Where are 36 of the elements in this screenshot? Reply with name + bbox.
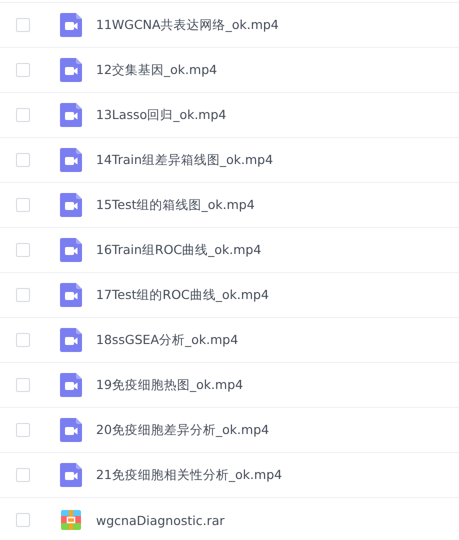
checkbox[interactable] bbox=[16, 63, 30, 77]
video-file-icon bbox=[60, 193, 82, 217]
checkbox[interactable] bbox=[16, 153, 30, 167]
video-file-icon bbox=[60, 418, 82, 442]
file-name[interactable]: 19免疫细胞热图_ok.mp4 bbox=[96, 376, 244, 394]
checkbox[interactable] bbox=[16, 243, 30, 257]
file-name[interactable]: 13Lasso回归_ok.mp4 bbox=[96, 106, 226, 124]
checkbox[interactable] bbox=[16, 108, 30, 122]
video-file-icon bbox=[60, 463, 82, 487]
checkbox[interactable] bbox=[16, 333, 30, 347]
file-name[interactable]: wgcnaDiagnostic.rar bbox=[96, 512, 225, 528]
file-name[interactable]: 11WGCNA共表达网络_ok.mp4 bbox=[96, 16, 279, 34]
checkbox[interactable] bbox=[16, 198, 30, 212]
video-file-icon bbox=[60, 58, 82, 82]
file-name[interactable]: 16Train组ROC曲线_ok.mp4 bbox=[96, 242, 262, 258]
video-file-icon bbox=[60, 13, 82, 37]
file-name[interactable]: 18ssGSEA分析_ok.mp4 bbox=[96, 332, 238, 348]
checkbox[interactable] bbox=[16, 423, 30, 437]
video-file-icon bbox=[60, 148, 82, 172]
file-name[interactable]: 12交集基因_ok.mp4 bbox=[96, 62, 218, 78]
file-name[interactable]: 15Test组的箱线图_ok.mp4 bbox=[96, 196, 255, 214]
checkbox[interactable] bbox=[16, 513, 30, 527]
checkbox[interactable] bbox=[16, 18, 30, 32]
video-file-icon bbox=[60, 373, 82, 397]
video-file-icon bbox=[60, 103, 82, 127]
file-name[interactable]: 21免疫细胞相关性分析_ok.mp4 bbox=[96, 466, 282, 484]
video-file-icon bbox=[60, 283, 82, 307]
file-name[interactable]: 20免疫细胞差异分析_ok.mp4 bbox=[96, 422, 270, 438]
file-name[interactable]: 17Test组的ROC曲线_ok.mp4 bbox=[96, 286, 269, 304]
video-file-icon bbox=[60, 328, 82, 352]
checkbox[interactable] bbox=[16, 378, 30, 392]
archive-file-icon bbox=[61, 510, 81, 530]
video-file-icon bbox=[60, 238, 82, 262]
checkbox[interactable] bbox=[16, 468, 30, 482]
file-name[interactable]: 14Train组差异箱线图_ok.mp4 bbox=[96, 152, 274, 168]
checkbox[interactable] bbox=[16, 288, 30, 302]
